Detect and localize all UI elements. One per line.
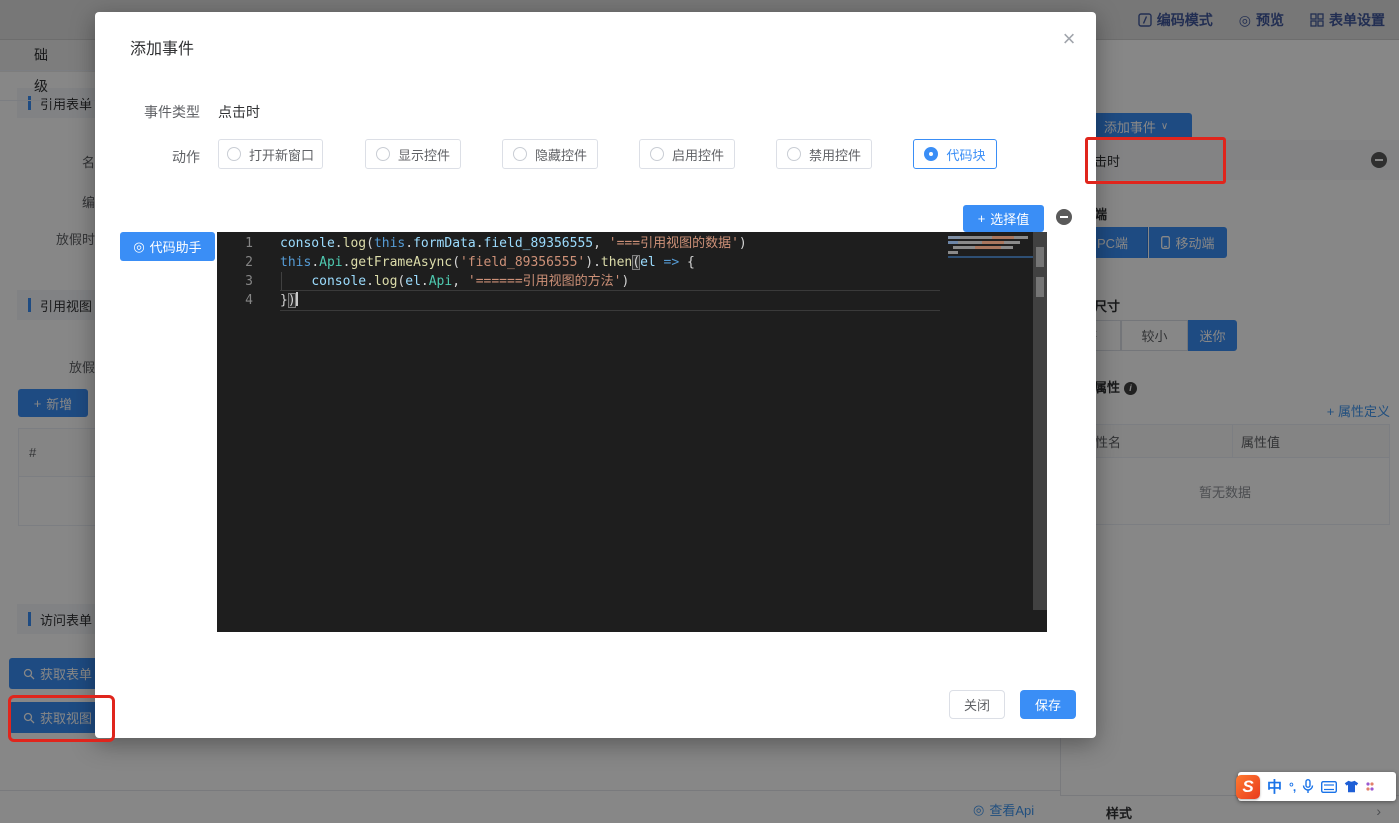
editor-scrollbar[interactable] [1033, 232, 1047, 610]
app-root: 编码模式 ◎ 预览 表单设置 ◎ 查看Api 引用表单 名 编 放假时 引用视图… [0, 0, 1399, 823]
code-helper-button[interactable]: ◎ 代码助手 [120, 232, 215, 261]
modal-save-button[interactable]: 保存 [1020, 690, 1076, 719]
ime-more-icon[interactable] [1366, 780, 1374, 794]
radio-icon [513, 147, 527, 161]
radio-icon [787, 147, 801, 161]
text-cursor [296, 292, 298, 306]
event-type-label: 事件类型 [130, 102, 200, 122]
action-option-label: 打开新窗口 [249, 145, 314, 164]
code-line: 4}) [217, 291, 1047, 310]
editor-minimap[interactable] [948, 234, 1034, 258]
modal-close-button[interactable]: 关闭 [949, 690, 1005, 719]
radio-icon [376, 147, 390, 161]
modal-title: 添加事件 [130, 35, 194, 59]
sogou-logo-icon[interactable]: S [1236, 775, 1260, 799]
action-label: 动作 [130, 147, 200, 167]
ime-toolbar: S 中 °, [1238, 772, 1396, 801]
code-line: 2this.Api.getFrameAsync('field_89356555'… [217, 253, 1047, 272]
action-option-1[interactable]: 显示控件 [365, 139, 461, 169]
action-option-label: 禁用控件 [809, 145, 861, 164]
line-number: 1 [217, 234, 253, 253]
action-option-label: 启用控件 [672, 145, 724, 164]
action-option-5[interactable]: 代码块 [913, 139, 997, 169]
remove-code-block-icon[interactable] [1056, 209, 1072, 225]
target-icon: ◎ [133, 239, 144, 255]
action-option-label: 显示控件 [398, 145, 450, 164]
plus-icon: + [978, 211, 986, 226]
radio-icon [650, 147, 664, 161]
action-option-label: 隐藏控件 [535, 145, 587, 164]
line-number: 3 [217, 272, 253, 291]
action-option-4[interactable]: 禁用控件 [776, 139, 872, 169]
select-value-label: 选择值 [990, 209, 1029, 228]
select-value-button[interactable]: + 选择值 [963, 205, 1044, 232]
code-helper-label: 代码助手 [150, 237, 202, 256]
scrollbar-thumb[interactable] [1036, 247, 1044, 267]
skin-tshirt-icon[interactable] [1344, 780, 1359, 793]
add-event-modal: 添加事件 × 事件类型 点击时 动作 打开新窗口 显示控件 隐藏控件 启用控件 禁用控件… [95, 12, 1096, 738]
action-option-0[interactable]: 打开新窗口 [218, 139, 323, 169]
code-lines: 1console.log(this.formData.field_8935655… [217, 234, 1047, 310]
ime-language-toggle[interactable]: 中 [1267, 776, 1282, 797]
code-line: 3 console.log(el.Api, '======引用视图的方法') [217, 272, 1047, 291]
action-option-3[interactable]: 启用控件 [639, 139, 735, 169]
action-options-row: 打开新窗口 显示控件 隐藏控件 启用控件 禁用控件 代码块 [218, 139, 997, 169]
microphone-icon[interactable] [1302, 779, 1314, 794]
event-type-value: 点击时 [218, 102, 260, 122]
line-number: 4 [217, 291, 253, 310]
keyboard-icon[interactable] [1321, 781, 1337, 793]
code-line: 1console.log(this.formData.field_8935655… [217, 234, 1047, 253]
radio-icon [924, 147, 938, 161]
code-editor[interactable]: 1console.log(this.formData.field_8935655… [217, 232, 1047, 632]
ime-punctuation-icon[interactable]: °, [1289, 780, 1295, 794]
close-icon[interactable]: × [1057, 28, 1081, 52]
action-option-2[interactable]: 隐藏控件 [502, 139, 598, 169]
radio-icon [227, 147, 241, 161]
scrollbar-thumb[interactable] [1036, 277, 1044, 297]
line-number: 2 [217, 253, 253, 272]
action-option-label: 代码块 [946, 145, 985, 164]
